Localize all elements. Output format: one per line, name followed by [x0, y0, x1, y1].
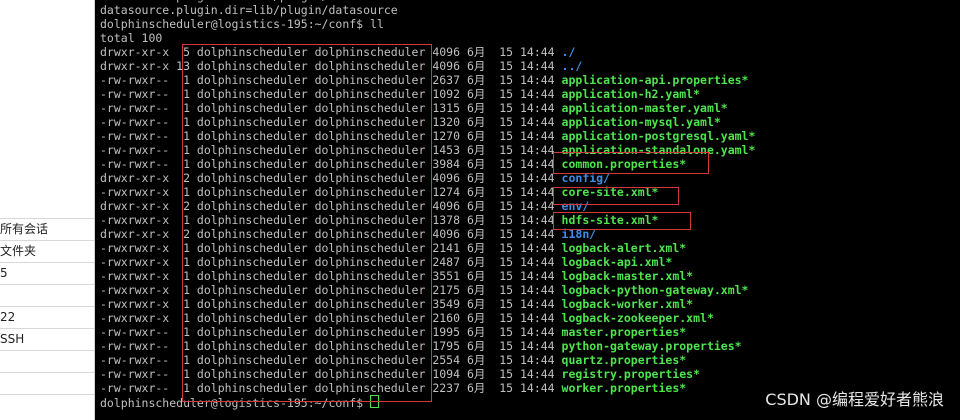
terminal-line: dolphinscheduler@logistics-195:~/conf$ l…	[100, 17, 755, 31]
file-name: logback-alert.xml*	[561, 241, 687, 255]
file-name: registry.properties*	[561, 367, 701, 381]
owner-column-highlight	[182, 44, 432, 402]
terminal-text: datasource.plugin.dir=lib/plugin/datasou…	[100, 3, 398, 17]
csdn-watermark: CSDN @编程爱好者熊浪	[765, 390, 944, 409]
sidebar-item-all-sessions[interactable]: 所有会话	[0, 218, 94, 241]
terminal-window[interactable]: datasource.plugin.dir=lib/plugin/datasou…	[95, 0, 960, 420]
sidebar-item-ssh[interactable]: SSH	[0, 329, 94, 351]
file-name: ./	[561, 45, 576, 59]
file-name: worker.properties*	[561, 381, 687, 395]
file-name: application-h2.yaml*	[561, 87, 701, 101]
sidebar-item[interactable]	[0, 373, 94, 395]
terminal-text: dolphinscheduler@logistics-195:~/conf$ l…	[100, 17, 384, 31]
sidebar-item[interactable]	[0, 351, 94, 373]
file-name: logback-worker.xml*	[561, 297, 694, 311]
file-name: logback-api.xml*	[561, 255, 673, 269]
file-name: ../	[561, 59, 583, 73]
file-name: application-postgresql.yaml*	[561, 129, 756, 143]
sidebar-item[interactable]: 5	[0, 263, 94, 285]
sidebar-item-folder[interactable]: 文件夹	[0, 241, 94, 263]
terminal-text: total 100	[100, 31, 163, 45]
file-name: quartz.properties*	[561, 353, 687, 367]
file-name: application-mysql.yaml*	[561, 115, 721, 129]
session-sidebar: 所有会话 文件夹 5 22 SSH	[0, 0, 95, 420]
session-list: 所有会话 文件夹 5 22 SSH	[0, 218, 94, 395]
file-name: application-master.yaml*	[561, 101, 728, 115]
file-name: logback-python-gateway.xml*	[561, 283, 749, 297]
file-name: logback-master.xml*	[561, 269, 694, 283]
sidebar-item[interactable]: 22	[0, 307, 94, 329]
file-name: application-api.properties*	[561, 73, 749, 87]
file-name: python-gateway.properties*	[561, 339, 742, 353]
file-name: master.properties*	[561, 325, 687, 339]
terminal-line: total 100	[100, 31, 755, 45]
common-properties-highlight	[553, 152, 709, 174]
hdfs-site-highlight	[553, 212, 691, 230]
sidebar-item[interactable]	[0, 285, 94, 307]
core-site-highlight	[553, 187, 679, 205]
file-name: logback-zookeeper.xml*	[561, 311, 714, 325]
terminal-line: datasource.plugin.dir=lib/plugin/datasou…	[100, 3, 755, 17]
